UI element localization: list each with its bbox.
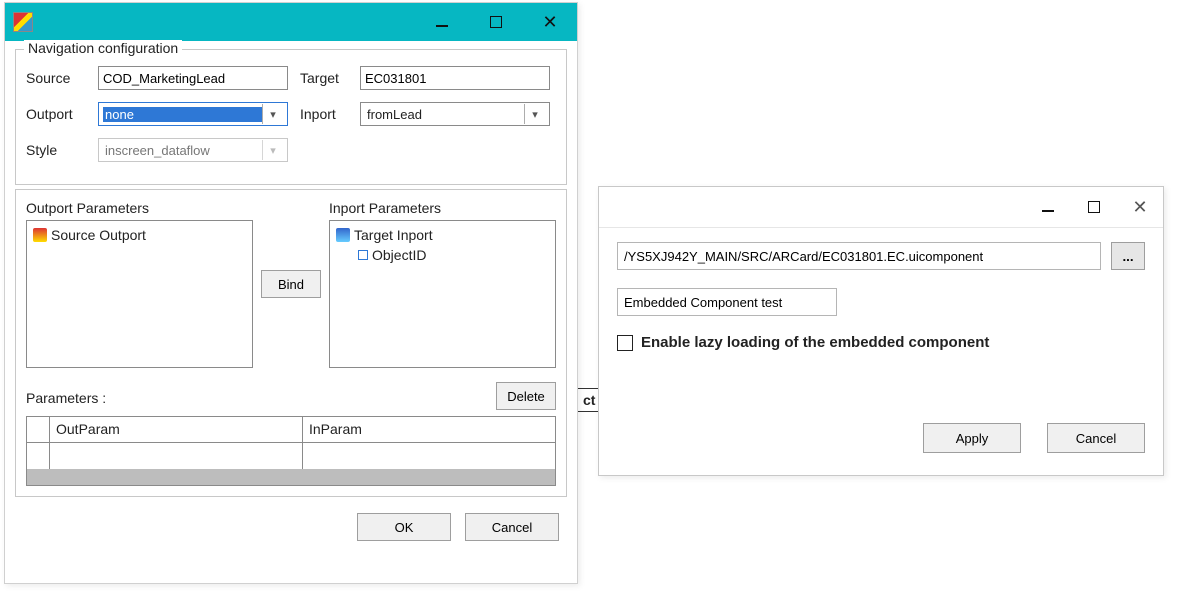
list-item[interactable]: ObjectID: [334, 245, 551, 265]
list-item[interactable]: Target Inport: [334, 225, 551, 245]
maximize-icon: [1088, 201, 1100, 213]
chevron-down-icon: ▾: [524, 104, 545, 124]
lazy-loading-checkbox-row[interactable]: Enable lazy loading of the embedded comp…: [617, 334, 1145, 351]
port-icon: [336, 228, 350, 242]
list-item[interactable]: Source Outport: [31, 225, 248, 245]
titlebar[interactable]: ✕: [599, 187, 1163, 228]
style-label: Style: [26, 142, 98, 158]
lazy-loading-label: Enable lazy loading of the embedded comp…: [641, 334, 989, 351]
list-item-label: ObjectID: [372, 245, 426, 265]
maximize-icon: [490, 16, 502, 28]
chevron-down-icon: ▾: [262, 140, 283, 160]
app-icon: [13, 12, 33, 32]
browse-button[interactable]: ...: [1111, 242, 1145, 270]
titlebar[interactable]: ✕: [5, 3, 577, 41]
list-item-label: Source Outport: [51, 225, 146, 245]
group-legend: Navigation configuration: [24, 40, 182, 56]
inport-value: fromLead: [365, 107, 524, 122]
cancel-button[interactable]: Cancel: [1047, 423, 1145, 453]
apply-button[interactable]: Apply: [923, 423, 1021, 453]
table-footer: [27, 469, 555, 485]
style-value: inscreen_dataflow: [103, 143, 262, 158]
parameters-table[interactable]: OutParam InParam: [26, 416, 556, 486]
parameters-group: Outport Parameters Source Outport Bind I…: [15, 189, 567, 497]
outport-label: Outport: [26, 106, 98, 122]
row-header: [27, 443, 50, 469]
outport-parameters-list[interactable]: Source Outport: [26, 220, 253, 368]
outport-parameters-panel: Outport Parameters Source Outport: [26, 200, 253, 368]
table-cell[interactable]: [303, 443, 555, 469]
inport-combo[interactable]: fromLead ▾: [360, 102, 550, 126]
close-button[interactable]: ✕: [1117, 187, 1163, 227]
dialog-footer: Apply Cancel: [617, 423, 1145, 453]
inport-parameters-title: Inport Parameters: [329, 200, 556, 216]
minimize-icon: [1042, 210, 1054, 212]
column-header-outparam[interactable]: OutParam: [50, 417, 303, 443]
lazy-loading-checkbox[interactable]: [617, 335, 633, 351]
close-icon: ✕: [542, 13, 557, 31]
outport-parameters-title: Outport Parameters: [26, 200, 253, 216]
outport-combo[interactable]: none ▾: [98, 102, 288, 126]
port-icon: [33, 228, 47, 242]
target-label: Target: [300, 70, 360, 86]
navigation-config-group: Navigation configuration Source Target O…: [15, 49, 567, 185]
component-description-input[interactable]: [617, 288, 837, 316]
source-input[interactable]: [98, 66, 288, 90]
ok-button[interactable]: OK: [357, 513, 451, 541]
source-label: Source: [26, 70, 98, 86]
object-icon: [358, 250, 368, 260]
target-input[interactable]: [360, 66, 550, 90]
table-cell[interactable]: [50, 443, 303, 469]
delete-button[interactable]: Delete: [496, 382, 556, 410]
outport-value: none: [103, 107, 262, 122]
minimize-button[interactable]: [1025, 187, 1071, 227]
inport-parameters-panel: Inport Parameters Target Inport ObjectID: [329, 200, 556, 368]
column-header-inparam[interactable]: InParam: [303, 417, 555, 443]
inport-label: Inport: [300, 106, 360, 122]
list-item-label: Target Inport: [354, 225, 433, 245]
style-combo: inscreen_dataflow ▾: [98, 138, 288, 162]
maximize-button[interactable]: [469, 3, 523, 41]
close-button[interactable]: ✕: [523, 3, 577, 41]
chevron-down-icon: ▾: [262, 104, 283, 124]
dialog-footer: OK Cancel: [5, 501, 577, 553]
embedded-component-dialog: ✕ ... Enable lazy loading of the embedde…: [598, 186, 1164, 476]
minimize-button[interactable]: [415, 3, 469, 41]
inport-parameters-list[interactable]: Target Inport ObjectID: [329, 220, 556, 368]
cancel-button[interactable]: Cancel: [465, 513, 559, 541]
close-icon: ✕: [1132, 198, 1147, 216]
minimize-icon: [436, 25, 448, 27]
bind-button[interactable]: Bind: [261, 270, 321, 298]
row-header: [27, 417, 50, 443]
maximize-button[interactable]: [1071, 187, 1117, 227]
navigation-config-dialog: ✕ Navigation configuration Source Target…: [4, 2, 578, 584]
component-path-input[interactable]: [617, 242, 1101, 270]
